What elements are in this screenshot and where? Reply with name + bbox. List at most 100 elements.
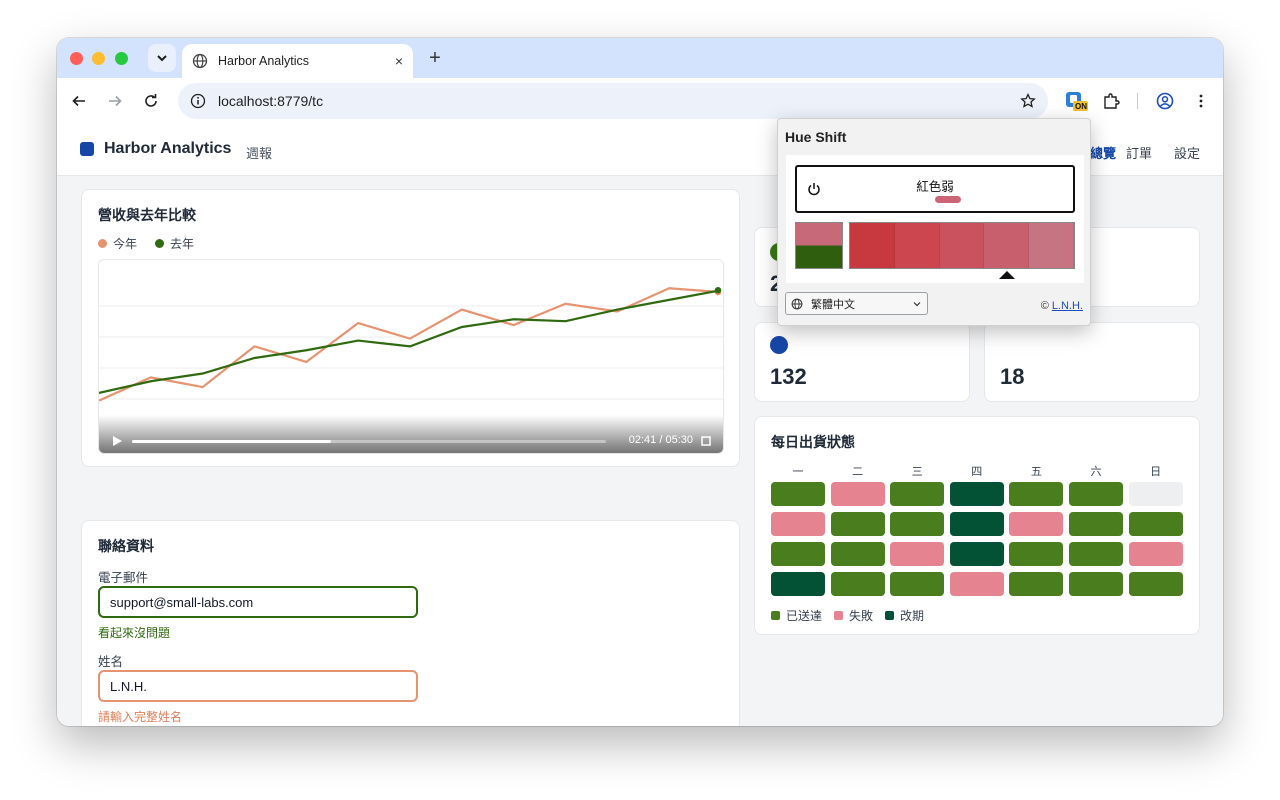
day-header: 三 [911, 466, 923, 478]
logo-icon [80, 142, 94, 156]
credit-link[interactable]: L.N.H. [1052, 300, 1083, 312]
revenue-chart-video[interactable]: 02:41 / 05:30 [98, 259, 724, 454]
copyright-icon: © [1040, 300, 1049, 312]
shipping-cell-delivered[interactable] [830, 572, 885, 596]
shipping-cell-failed[interactable] [949, 572, 1004, 596]
shipping-cell-delivered[interactable] [890, 512, 945, 536]
new-tab-button[interactable]: + [423, 46, 447, 70]
globe-icon [192, 53, 208, 69]
filter-toggle[interactable]: 紅色弱 [795, 165, 1075, 213]
hue-option-3[interactable] [984, 223, 1030, 268]
shipping-cell-rescheduled[interactable] [771, 572, 825, 596]
stat-3-value: 132 [770, 364, 807, 389]
shipping-cell-delivered[interactable] [890, 482, 945, 506]
nav-item-orders[interactable]: 訂單 [1126, 143, 1152, 162]
day-header: 四 [971, 466, 983, 478]
forward-button[interactable] [103, 89, 127, 113]
day-header: 日 [1150, 466, 1162, 478]
revenue-card: 營收與去年比較 今年 去年 02:41 / 05:30 [81, 189, 740, 467]
name-field[interactable]: L.N.H. [98, 670, 418, 702]
language-select[interactable]: 繁體中文 [785, 292, 928, 315]
chevron-down-icon [913, 301, 921, 306]
back-button[interactable] [67, 89, 91, 113]
shipping-cell-delivered[interactable] [1009, 572, 1064, 596]
color-compare-swatch [795, 222, 843, 269]
shipping-cell-delivered[interactable] [1069, 572, 1123, 596]
day-header: 五 [1030, 466, 1042, 478]
app-title: Harbor Analytics [104, 140, 232, 157]
chart-legend: 今年 去年 [98, 235, 194, 252]
profile-button[interactable] [1153, 89, 1177, 113]
legend-failed-swatch [834, 611, 844, 620]
address-bar[interactable]: localhost:8779/tc [178, 83, 1048, 119]
info-icon [190, 93, 206, 109]
menu-button[interactable] [1189, 89, 1213, 113]
tab-search-button[interactable] [148, 44, 176, 72]
shipping-cell-none[interactable] [1128, 482, 1183, 506]
shipping-cell-delivered[interactable] [1069, 542, 1123, 566]
play-icon[interactable] [111, 435, 123, 447]
star-icon[interactable] [1020, 93, 1036, 109]
url-text[interactable]: localhost:8779/tc [218, 93, 1020, 109]
legend-failed-label: 失敗 [849, 609, 874, 623]
shipping-cell-failed[interactable] [771, 512, 825, 536]
shipping-cell-rescheduled[interactable] [949, 512, 1004, 536]
filter-mode-swatch [935, 196, 961, 203]
shipping-cell-delivered[interactable] [1009, 482, 1064, 506]
stat-card-3: 132 [754, 322, 970, 402]
hue-option-1[interactable] [894, 223, 940, 268]
legend-delivered-swatch [771, 611, 780, 620]
legend-last-year-swatch [155, 239, 165, 248]
more-vert-icon [1199, 94, 1203, 108]
hue-option-0[interactable] [850, 223, 895, 268]
shipping-cell-delivered[interactable] [1009, 542, 1064, 566]
hue-strip[interactable] [849, 222, 1075, 269]
hue-shift-extension-button[interactable]: ON [1064, 89, 1088, 113]
hue-option-4[interactable] [1029, 223, 1074, 268]
hue-option-2[interactable] [939, 223, 985, 268]
name-help-text: 請輸入完整姓名 [98, 710, 183, 724]
tab-title: Harbor Analytics [218, 54, 310, 68]
shipping-cell-failed[interactable] [830, 482, 885, 506]
shipping-cell-failed[interactable] [1009, 512, 1064, 536]
shipping-card: 每日出貨狀態 一 二 三 四 五 六 日 已送達 失敗 改期 [754, 416, 1200, 635]
hue-shift-popup: Hue Shift 紅色弱 繁體中文 © L.N.H. [777, 118, 1091, 326]
shipping-cell-delivered[interactable] [830, 512, 885, 536]
nav-item-overview[interactable]: 總覽 [1090, 143, 1116, 162]
video-seek-bar[interactable] [132, 440, 606, 443]
series-line-this-year [99, 287, 722, 402]
shipping-cell-delivered[interactable] [1069, 482, 1123, 506]
shipping-cell-delivered[interactable] [771, 542, 825, 566]
extensions-button[interactable] [1099, 89, 1123, 113]
chevron-down-icon [157, 55, 167, 62]
shipping-cell-delivered[interactable] [1069, 512, 1123, 536]
email-field[interactable]: support@small-labs.com [98, 586, 418, 618]
app-subtitle: 週報 [246, 146, 273, 161]
shipping-cell-failed[interactable] [1128, 542, 1183, 566]
shipping-cell-delivered[interactable] [771, 482, 825, 506]
shipping-legend: 已送達 失敗 改期 [771, 607, 924, 624]
toolbar-separator [1137, 93, 1138, 109]
fullscreen-icon[interactable] [701, 436, 711, 446]
shipping-cell-delivered[interactable] [890, 572, 945, 596]
close-window-button[interactable] [70, 52, 83, 65]
reload-button[interactable] [139, 89, 163, 113]
shipping-cell-rescheduled[interactable] [949, 542, 1004, 566]
legend-last-year-label: 去年 [170, 237, 195, 251]
shipping-cell-delivered[interactable] [830, 542, 885, 566]
shipping-cell-failed[interactable] [890, 542, 945, 566]
minimize-window-button[interactable] [92, 52, 105, 65]
shipping-cell-delivered[interactable] [1128, 572, 1183, 596]
shipping-card-title: 每日出貨狀態 [771, 434, 855, 450]
shipping-cell-rescheduled[interactable] [949, 482, 1004, 506]
shipping-cell-delivered[interactable] [1128, 512, 1183, 536]
tab-close-icon[interactable]: × [395, 53, 403, 69]
name-label: 姓名 [98, 655, 124, 669]
email-help-text: 看起來沒問題 [98, 626, 171, 640]
language-select-value: 繁體中文 [811, 298, 855, 311]
nav-item-settings[interactable]: 設定 [1174, 143, 1200, 162]
maximize-window-button[interactable] [115, 52, 128, 65]
filter-mode-label: 紅色弱 [916, 180, 954, 194]
browser-tab[interactable]: Harbor Analytics × [182, 44, 413, 78]
popup-title: Hue Shift [785, 129, 847, 145]
